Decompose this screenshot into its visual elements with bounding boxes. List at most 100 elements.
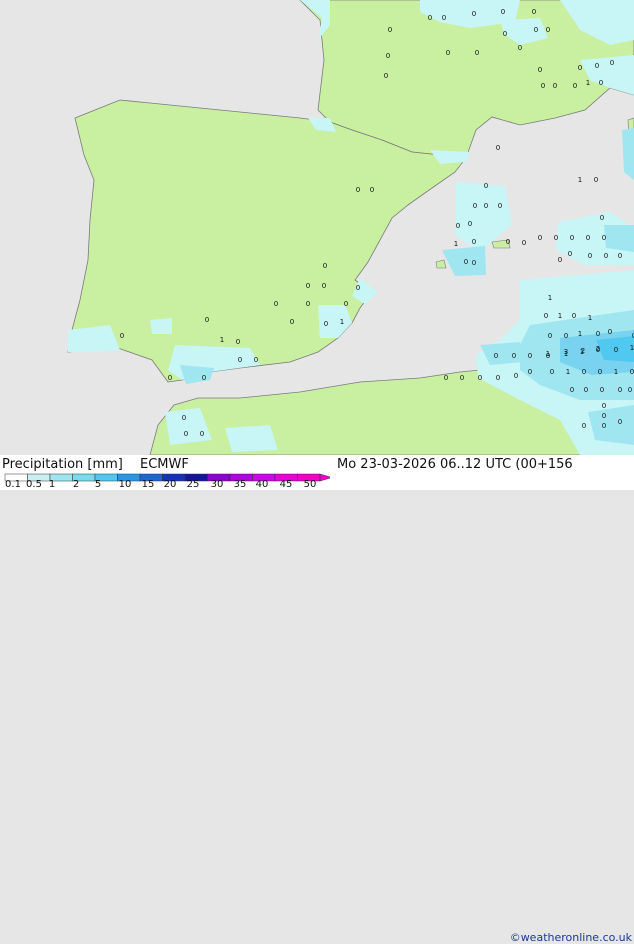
precip-value-mediterranean_east: 0 xyxy=(600,214,604,222)
precip-value-mediterranean_east: 0 xyxy=(602,234,606,242)
legend-tick-label: 5 xyxy=(94,479,102,490)
precip-value-iberia: 1 xyxy=(340,318,344,326)
legend-tick-label: 20 xyxy=(163,479,177,490)
precip-value-iberia: 0 xyxy=(202,374,206,382)
precip-value-france: 1 xyxy=(586,79,590,87)
precip-value-algeria_sea: 1 xyxy=(614,368,618,376)
legend-tick-label: 35 xyxy=(233,479,247,490)
precip-value-iberia: 0 xyxy=(323,262,327,270)
precip-value-mediterranean_east: 0 xyxy=(588,252,592,260)
precip-value-mediterranean_east: 0 xyxy=(464,258,468,266)
precip-value-algeria_sea: 0 xyxy=(582,368,586,376)
precip-value-france: 0 xyxy=(553,82,557,90)
precip-value-algeria_sea: 0 xyxy=(494,352,498,360)
precip-value-france: 0 xyxy=(578,64,582,72)
legend-tick-labels: 0.1 0.5 1 2 5 10 15 20 25 30 35 40 45 50 xyxy=(0,479,634,490)
precip-value-france: 0 xyxy=(428,14,432,22)
precip-value-balearic: 0 xyxy=(472,238,476,246)
precip-value-iberia: 0 xyxy=(496,144,500,152)
precip-value-balearic: 0 xyxy=(468,220,472,228)
precip-value-balearic: 1 xyxy=(454,240,458,248)
precip-value-algeria_sea: 0 xyxy=(550,368,554,376)
precip-value-iberia: 0 xyxy=(370,186,374,194)
precip-value-france: 0 xyxy=(595,62,599,70)
precip-value-algeria_sea: 0 xyxy=(596,330,600,338)
precip-value-north_africa: 0 xyxy=(460,374,464,382)
precip-value-mediterranean_east: 0 xyxy=(568,250,572,258)
precip-value-balearic: 0 xyxy=(594,176,598,184)
precip-value-mediterranean_east: 0 xyxy=(570,234,574,242)
precip-value-france: 0 xyxy=(503,30,507,38)
precip-value-algeria_sea: 1 xyxy=(546,350,550,358)
precip-value-france: 0 xyxy=(610,59,614,67)
precip-value-algeria_sea: 2 xyxy=(581,347,585,355)
precip-value-algeria_sea: 0 xyxy=(608,328,612,336)
precip-value-balearic: 1 xyxy=(578,176,582,184)
precip-value-algeria_sea: 0 xyxy=(544,312,548,320)
precip-area xyxy=(604,225,634,252)
legend-tick-label: 50 xyxy=(303,479,317,490)
precip-value-north_africa: 0 xyxy=(478,374,482,382)
credit-link[interactable]: ©weatheronline.co.uk xyxy=(510,931,632,944)
precip-value-mediterranean_east: 0 xyxy=(522,239,526,247)
precip-value-france: 0 xyxy=(538,66,542,74)
legend-tick-label: 2 xyxy=(72,479,80,490)
legend-tick-label: 25 xyxy=(186,479,200,490)
map-title: Precipitation [mm] xyxy=(2,457,123,472)
precip-value-mediterranean_east: 0 xyxy=(604,252,608,260)
precip-value-algeria_sea: 0 xyxy=(584,386,588,394)
precip-value-iberia: 0 xyxy=(120,332,124,340)
precip-value-iberia: 0 xyxy=(254,356,258,364)
precip-value-balearic: 0 xyxy=(472,259,476,267)
precip-value-iberia: 0 xyxy=(324,320,328,328)
legend-tick-label: 1 xyxy=(48,479,56,490)
precip-value-france: 0 xyxy=(541,82,545,90)
precip-value-mediterranean_east: 0 xyxy=(558,256,562,264)
precip-value-france: 0 xyxy=(475,49,479,57)
precip-value-iberia: 0 xyxy=(274,300,278,308)
precip-value-algeria_sea: 1 xyxy=(548,294,552,302)
precip-value-iberia: 0 xyxy=(356,284,360,292)
precip-value-france: 0 xyxy=(384,72,388,80)
legend-tick-label: 40 xyxy=(255,479,269,490)
precip-value-algeria_sea: 0 xyxy=(630,368,634,376)
precip-value-iberia: 0 xyxy=(205,316,209,324)
precip-value-algeria_sea: 0 xyxy=(528,352,532,360)
precip-value-algeria_sea: 0 xyxy=(618,418,622,426)
precip-value-algeria_sea: 0 xyxy=(600,386,604,394)
legend-tick-label: 45 xyxy=(279,479,293,490)
precip-value-algeria_sea: 0 xyxy=(582,422,586,430)
precip-value-algeria_sea: 1 xyxy=(578,330,582,338)
legend-tick-label: 0.5 xyxy=(26,479,42,490)
precip-value-algeria_sea: 0 xyxy=(614,346,618,354)
precip-value-algeria_sea: 0 xyxy=(548,332,552,340)
valid-time: Mo 23-03-2026 06..12 UTC (00+156 xyxy=(337,457,573,472)
precip-value-iberia: 0 xyxy=(356,186,360,194)
precip-value-iberia: 0 xyxy=(322,282,326,290)
precip-value-algeria_sea: 0 xyxy=(570,386,574,394)
precip-value-balearic: 0 xyxy=(498,202,502,210)
precip-value-north_africa: 0 xyxy=(200,430,204,438)
legend-tick-label: 10 xyxy=(118,479,132,490)
precip-value-france: 0 xyxy=(546,26,550,34)
precip-value-iberia: 0 xyxy=(290,318,294,326)
precip-value-algeria_sea: 1 xyxy=(558,312,562,320)
precip-value-algeria_sea: 0 xyxy=(602,402,606,410)
precip-value-algeria_sea: 1 xyxy=(630,344,634,352)
precip-value-algeria_sea: 0 xyxy=(564,332,568,340)
precip-value-north_africa: 0 xyxy=(496,374,500,382)
precip-value-mediterranean_east: 0 xyxy=(618,252,622,260)
precip-value-mediterranean_east: 0 xyxy=(506,238,510,246)
precip-value-algeria_sea: 3 xyxy=(564,348,568,356)
precip-area xyxy=(150,318,172,334)
precip-value-north_africa: 0 xyxy=(184,430,188,438)
precip-area xyxy=(225,425,278,452)
precip-value-iberia: 0 xyxy=(306,300,310,308)
precipitation-map: 0 0 0 0 0 0 0 0 0 0 0 0 0 0 0 0 0 0 0 0 1 0 0 0 0 0 0 0 0 0 0 0 0 0 0 1 0 1 0 0… xyxy=(0,0,634,455)
precip-value-algeria_sea: 0 xyxy=(572,312,576,320)
precip-value-mediterranean_east: 0 xyxy=(586,234,590,242)
precip-value-north_africa: 0 xyxy=(182,414,186,422)
precip-area xyxy=(588,405,634,445)
precip-value-france: 0 xyxy=(573,82,577,90)
precip-value-algeria_sea: 0 xyxy=(628,386,632,394)
